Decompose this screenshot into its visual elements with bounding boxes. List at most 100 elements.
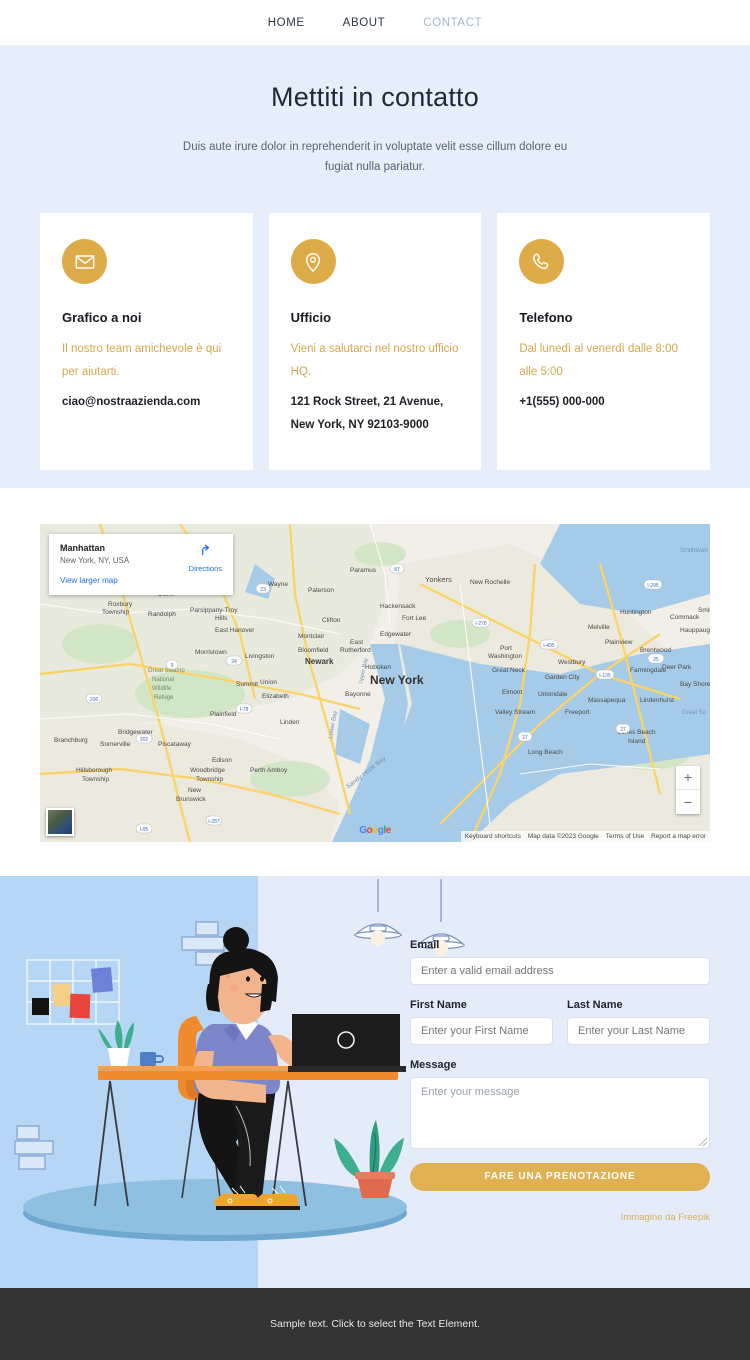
svg-text:Deer Park: Deer Park	[662, 664, 692, 671]
svg-text:202: 202	[140, 737, 149, 743]
svg-text:Island: Island	[628, 738, 646, 745]
svg-text:Perth Amboy: Perth Amboy	[250, 767, 288, 774]
first-name-field[interactable]	[410, 1016, 553, 1045]
svg-text:I-295: I-295	[647, 583, 659, 589]
svg-text:Hoboken: Hoboken	[365, 664, 391, 671]
svg-text:Great Swamp: Great Swamp	[148, 668, 185, 674]
svg-text:Bayonne: Bayonne	[345, 691, 371, 698]
card-title: Grafico a noi	[62, 310, 142, 326]
envelope-icon	[62, 239, 107, 285]
svg-text:Bay Shore: Bay Shore	[680, 681, 710, 688]
svg-text:Yonkers: Yonkers	[425, 575, 452, 584]
svg-text:I-287: I-287	[208, 819, 220, 825]
terms-of-use-link[interactable]: Terms of Use	[606, 833, 644, 840]
card-value-line2: New York, NY 92103-9000	[290, 418, 429, 431]
svg-text:Rutherford: Rutherford	[340, 647, 371, 654]
svg-text:Somerville: Somerville	[100, 741, 131, 748]
keyboard-shortcuts-link[interactable]: Keyboard shortcuts	[465, 833, 521, 840]
svg-text:Union: Union	[260, 679, 277, 686]
svg-text:I-135: I-135	[599, 673, 611, 679]
card-value[interactable]: ciao@nostraazienda.com	[62, 391, 231, 413]
phone-icon	[519, 239, 565, 285]
submit-booking-button[interactable]: FARE UNA PRENOTAZIONE	[410, 1162, 710, 1191]
svg-text:Westbury: Westbury	[558, 659, 586, 666]
svg-text:Parsippany-Troy: Parsippany-Troy	[190, 607, 238, 614]
contact-cards: Grafico a noi Il nostro team amichevole …	[0, 177, 750, 470]
contact-card-email: Grafico a noi Il nostro team amichevole …	[40, 213, 253, 470]
svg-text:Roxbury: Roxbury	[108, 601, 133, 608]
svg-text:Newark: Newark	[305, 657, 334, 666]
svg-text:87: 87	[394, 567, 400, 573]
svg-text:27: 27	[620, 727, 626, 733]
message-placeholder: Enter your message	[421, 1085, 520, 1098]
svg-text:Hills: Hills	[215, 615, 228, 622]
svg-text:Piscataway: Piscataway	[158, 741, 192, 748]
message-field-wrapper[interactable]: Enter your message	[410, 1076, 710, 1149]
nav-item-home[interactable]: HOME	[268, 17, 305, 29]
svg-text:27: 27	[522, 735, 528, 741]
svg-text:Plainview: Plainview	[605, 639, 633, 646]
nav-item-about[interactable]: ABOUT	[343, 17, 386, 29]
view-larger-map-link[interactable]: View larger map	[60, 576, 129, 585]
zoom-out-button[interactable]: −	[676, 790, 700, 814]
svg-text:206: 206	[90, 697, 99, 703]
svg-text:Township: Township	[82, 776, 109, 783]
nav-item-contact[interactable]: CONTACT	[423, 17, 482, 29]
map-info-card: Manhattan New York, NY, USA View larger …	[49, 533, 233, 595]
directions-button[interactable]: Directions	[189, 543, 222, 585]
first-name-label: First Name	[410, 998, 467, 1011]
svg-text:Linden: Linden	[280, 719, 300, 726]
svg-text:New: New	[188, 787, 201, 794]
svg-text:Massapequa: Massapequa	[588, 697, 626, 704]
svg-text:Commack: Commack	[670, 614, 700, 621]
footer-text[interactable]: Sample text. Click to select the Text El…	[270, 1318, 480, 1330]
svg-text:Wildlife: Wildlife	[152, 686, 172, 692]
svg-text:Township: Township	[102, 609, 129, 616]
svg-text:Brentwood: Brentwood	[640, 647, 671, 654]
svg-text:Randolph: Randolph	[148, 611, 176, 618]
svg-text:Hackensack: Hackensack	[380, 603, 416, 610]
svg-text:National: National	[152, 677, 174, 683]
svg-text:Wayne: Wayne	[268, 581, 288, 588]
svg-text:Clifton: Clifton	[322, 617, 341, 624]
svg-text:Smithtown: Smithtown	[698, 607, 710, 614]
map-place-subtitle: New York, NY, USA	[60, 555, 130, 565]
report-map-error-link[interactable]: Report a map error	[651, 833, 706, 840]
svg-text:9: 9	[171, 663, 174, 669]
freepik-link[interactable]: Freepik	[678, 1212, 710, 1223]
credit-text: Immagine da	[620, 1211, 679, 1223]
svg-text:Smithtown: Smithtown	[680, 548, 708, 554]
svg-text:Freeport: Freeport	[565, 709, 590, 716]
map-attribution: Keyboard shortcuts Map data ©2023 Google…	[460, 830, 710, 842]
card-value: 121 Rock Street, 21 Avenue,	[290, 396, 444, 409]
svg-text:Elmont: Elmont	[502, 689, 522, 696]
svg-text:Lindenhurst: Lindenhurst	[640, 697, 674, 704]
google-map[interactable]: New York Newark Yonkers New Rochelle Par…	[40, 523, 710, 842]
svg-text:Valley Stream: Valley Stream	[495, 709, 535, 716]
map-zoom-controls[interactable]: + −	[676, 765, 700, 814]
svg-text:East Hanover: East Hanover	[215, 627, 255, 634]
map-pin-icon	[290, 239, 336, 285]
svg-text:I-95: I-95	[140, 827, 149, 833]
directions-label: Directions	[188, 563, 222, 573]
zoom-in-button[interactable]: +	[676, 766, 700, 790]
svg-text:Edgewater: Edgewater	[380, 631, 412, 638]
map-data-text: Map data ©2023 Google	[527, 832, 599, 840]
svg-text:Plainfield: Plainfield	[210, 711, 237, 718]
last-name-field[interactable]	[567, 1016, 710, 1045]
main-navigation: HOME ABOUT CONTACT	[0, 0, 750, 46]
svg-text:Woodbridge: Woodbridge	[190, 767, 225, 774]
svg-text:25: 25	[653, 657, 659, 663]
svg-text:Paterson: Paterson	[308, 587, 334, 594]
card-description: Il nostro team amichevole è qui per aiut…	[62, 343, 222, 378]
card-value[interactable]: +1(555) 000-000	[519, 391, 688, 413]
page-title: Mettiti in contatto	[271, 82, 479, 112]
svg-text:24: 24	[231, 659, 237, 665]
map-place-title: Manhattan	[60, 542, 105, 553]
svg-text:Hillsborough: Hillsborough	[76, 767, 113, 774]
satellite-view-toggle[interactable]	[46, 807, 74, 836]
last-name-label: Last Name	[567, 998, 623, 1011]
svg-text:Refuge: Refuge	[154, 695, 174, 701]
svg-text:Township: Township	[196, 776, 223, 783]
email-field[interactable]	[410, 956, 710, 985]
